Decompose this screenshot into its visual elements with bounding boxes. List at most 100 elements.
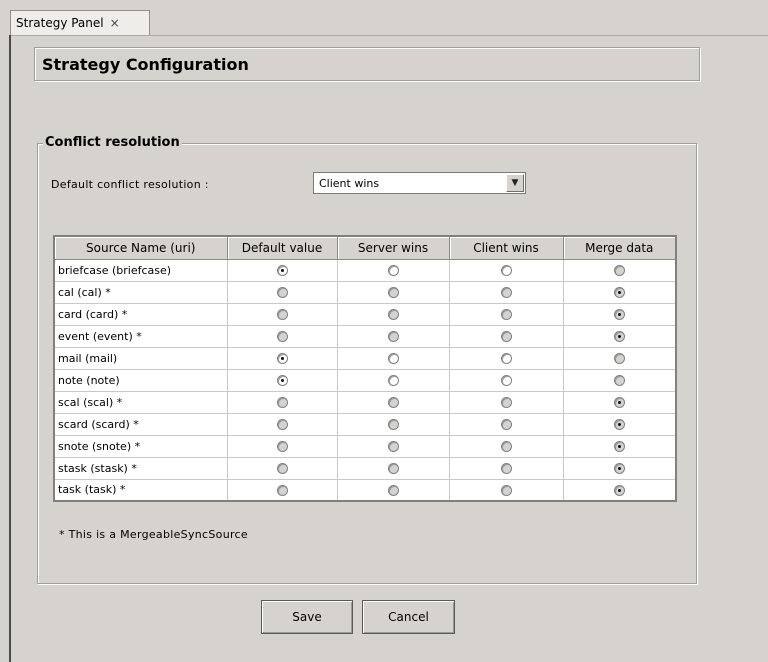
radio-cell <box>227 413 338 436</box>
radio-button <box>500 441 512 452</box>
radio-cell <box>563 281 677 304</box>
radio-button <box>500 287 512 298</box>
radio-button <box>500 463 512 474</box>
radio-button[interactable] <box>276 265 288 276</box>
radio-cell <box>337 303 450 326</box>
radio-button <box>613 397 625 408</box>
radio-button <box>276 309 288 320</box>
radio-cell <box>563 369 677 392</box>
radio-cell <box>449 413 564 436</box>
radio-cell <box>337 259 450 282</box>
radio-cell <box>337 281 450 304</box>
table-row: snote (snote) * <box>54 435 677 458</box>
footnote: * This is a MergeableSyncSource <box>59 528 248 541</box>
radio-button <box>613 287 625 298</box>
radio-button <box>500 331 512 342</box>
radio-button <box>276 419 288 430</box>
radio-button <box>276 287 288 298</box>
column-header[interactable]: Merge data <box>563 236 677 260</box>
radio-cell <box>449 303 564 326</box>
radio-cell <box>563 303 677 326</box>
radio-cell <box>227 281 338 304</box>
source-name-cell: scal (scal) * <box>54 391 228 414</box>
column-header[interactable]: Source Name (uri) <box>54 236 228 260</box>
radio-cell <box>227 391 338 414</box>
table-row: task (task) * <box>54 479 677 502</box>
radio-cell <box>337 479 450 502</box>
source-name-cell: event (event) * <box>54 325 228 348</box>
column-header[interactable]: Default value <box>227 236 338 260</box>
table-row: scal (scal) * <box>54 391 677 414</box>
strategy-panel: Strategy Configuration Conflict resoluti… <box>11 36 768 662</box>
radio-button <box>387 419 399 430</box>
radio-button[interactable] <box>276 375 288 386</box>
chevron-down-icon[interactable]: ▼ <box>506 174 524 192</box>
default-conflict-select[interactable]: Client wins ▼ <box>313 172 526 194</box>
window-top-edge <box>0 0 768 8</box>
radio-cell <box>563 347 677 370</box>
column-header[interactable]: Client wins <box>449 236 564 260</box>
radio-button[interactable] <box>500 265 512 276</box>
radio-button <box>500 484 512 496</box>
radio-button <box>276 441 288 452</box>
save-button[interactable]: Save <box>261 600 353 634</box>
radio-cell <box>449 281 564 304</box>
radio-button <box>276 331 288 342</box>
source-name-cell: note (note) <box>54 369 228 392</box>
tab-label: Strategy Panel <box>16 16 104 30</box>
group-legend: Conflict resolution <box>43 135 182 150</box>
radio-button <box>613 265 625 276</box>
radio-button <box>500 397 512 408</box>
radio-cell <box>337 369 450 392</box>
column-header[interactable]: Server wins <box>337 236 450 260</box>
radio-button <box>387 309 399 320</box>
table-row: event (event) * <box>54 325 677 348</box>
tab-strategy-panel[interactable]: Strategy Panel × <box>10 10 150 35</box>
default-conflict-label: Default conflict resolution : <box>51 178 209 191</box>
table-row: note (note) <box>54 369 677 392</box>
radio-cell <box>449 369 564 392</box>
radio-button <box>500 309 512 320</box>
radio-cell <box>337 435 450 458</box>
radio-cell <box>449 457 564 480</box>
radio-button <box>387 441 399 452</box>
radio-cell <box>227 303 338 326</box>
radio-button <box>613 309 625 320</box>
radio-cell <box>227 457 338 480</box>
radio-cell <box>337 457 450 480</box>
radio-cell <box>227 479 338 502</box>
table-row: scard (scard) * <box>54 413 677 436</box>
table-row: briefcase (briefcase) <box>54 259 677 282</box>
radio-button <box>276 463 288 474</box>
close-icon[interactable]: × <box>110 16 120 30</box>
radio-button <box>613 331 625 342</box>
radio-cell <box>449 259 564 282</box>
radio-button[interactable] <box>276 353 288 364</box>
source-name-cell: card (card) * <box>54 303 228 326</box>
radio-button <box>387 397 399 408</box>
radio-button <box>276 484 288 496</box>
radio-cell <box>449 347 564 370</box>
radio-button <box>613 463 625 474</box>
table-row: mail (mail) <box>54 347 677 370</box>
radio-cell <box>563 391 677 414</box>
page-title: Strategy Configuration <box>42 54 249 74</box>
radio-button <box>613 353 625 364</box>
radio-button <box>387 484 399 496</box>
radio-button[interactable] <box>387 265 399 276</box>
radio-button[interactable] <box>387 375 399 386</box>
radio-button[interactable] <box>500 353 512 364</box>
table-row: stask (stask) * <box>54 457 677 480</box>
radio-button[interactable] <box>500 375 512 386</box>
cancel-button[interactable]: Cancel <box>362 600 455 634</box>
radio-cell <box>449 435 564 458</box>
radio-cell <box>563 457 677 480</box>
radio-cell <box>563 325 677 348</box>
radio-cell <box>227 259 338 282</box>
source-name-cell: briefcase (briefcase) <box>54 259 228 282</box>
radio-cell <box>563 435 677 458</box>
radio-button <box>276 397 288 408</box>
radio-button[interactable] <box>387 353 399 364</box>
select-value: Client wins <box>319 176 380 190</box>
radio-cell <box>337 413 450 436</box>
